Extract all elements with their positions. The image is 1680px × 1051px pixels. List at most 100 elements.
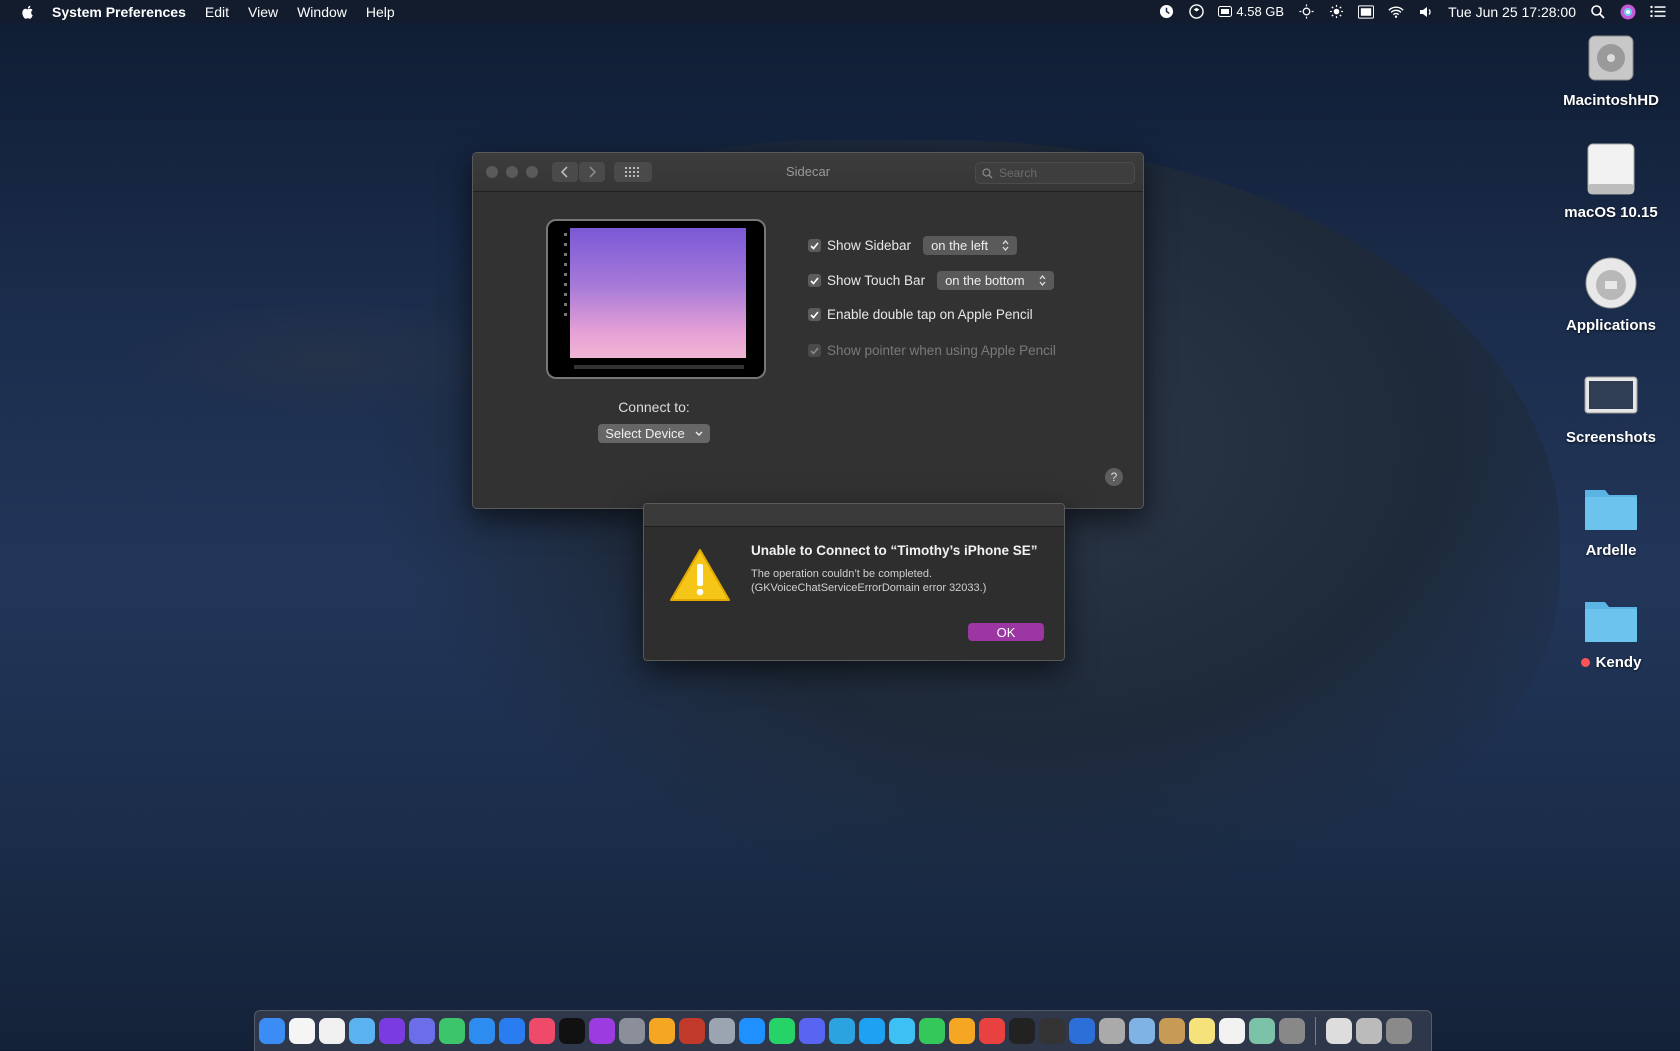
- notification-center-icon[interactable]: [1650, 4, 1666, 20]
- sidebar-position-popup[interactable]: on the left: [923, 236, 1018, 255]
- select-device-popup[interactable]: Select Device: [598, 424, 710, 443]
- sidebar-position-value: on the left: [931, 238, 989, 253]
- dock-facetime-icon[interactable]: [919, 1018, 945, 1044]
- dock-news-icon[interactable]: [979, 1018, 1005, 1044]
- alert-message-line-1: The operation couldn’t be completed.: [751, 568, 933, 580]
- alert-titlebar: [644, 504, 1064, 527]
- desktop-icon-label: Screenshots: [1565, 429, 1657, 446]
- checkmark-icon: [810, 241, 819, 250]
- folder-icon: [1583, 480, 1639, 536]
- dock-apple-tv-icon[interactable]: [559, 1018, 585, 1044]
- sun-icon[interactable]: [1328, 4, 1344, 20]
- touchbar-position-popup[interactable]: on the bottom: [937, 271, 1054, 290]
- select-device-label: Select Device: [605, 426, 685, 441]
- view-menu[interactable]: View: [248, 4, 278, 20]
- dock-maps-icon[interactable]: [439, 1018, 465, 1044]
- dock-music-icon[interactable]: [529, 1018, 555, 1044]
- double-tap-checkbox[interactable]: [808, 308, 821, 321]
- dock-messenger-icon[interactable]: [739, 1018, 765, 1044]
- dock-preview-icon[interactable]: [709, 1018, 735, 1044]
- brightness-icon[interactable]: [1298, 4, 1314, 20]
- dock-system-preferences-icon[interactable]: [1279, 1018, 1305, 1044]
- double-tap-option: Enable double tap on Apple Pencil: [808, 307, 1033, 322]
- app-menu[interactable]: System Preferences: [52, 4, 186, 20]
- dock-contacts-icon[interactable]: [1159, 1018, 1185, 1044]
- search-field[interactable]: Search: [975, 162, 1135, 184]
- dock-textedit-icon[interactable]: [1219, 1018, 1245, 1044]
- double-tap-label[interactable]: Enable double tap on Apple Pencil: [827, 307, 1033, 322]
- help-menu[interactable]: Help: [366, 4, 395, 20]
- touchbar-position-value: on the bottom: [945, 273, 1025, 288]
- dock-siri-icon[interactable]: [379, 1018, 405, 1044]
- external-drive-icon: [1583, 142, 1639, 198]
- dock-disk-utility-icon[interactable]: [1099, 1018, 1125, 1044]
- dock-activity-monitor-icon[interactable]: [1039, 1018, 1065, 1044]
- show-sidebar-label[interactable]: Show Sidebar: [827, 238, 911, 253]
- dock-podcasts-icon[interactable]: [589, 1018, 615, 1044]
- desktop-icon-applications[interactable]: Applications: [1551, 255, 1671, 334]
- dock-telegram-icon[interactable]: [829, 1018, 855, 1044]
- dock-trash-icon[interactable]: [1386, 1018, 1412, 1044]
- sidebar-preview: [564, 233, 568, 353]
- dock-clock-icon[interactable]: [289, 1018, 315, 1044]
- memory-text: 4.58 GB: [1236, 4, 1285, 19]
- checkmark-icon: [810, 310, 819, 319]
- connect-to-label: Connect to:: [618, 399, 690, 415]
- memory-status[interactable]: 4.58 GB: [1218, 4, 1284, 20]
- dock-documents-icon[interactable]: [1356, 1018, 1382, 1044]
- help-button[interactable]: ?: [1105, 468, 1123, 486]
- dock-photo-booth-icon[interactable]: [679, 1018, 705, 1044]
- dock-whatsapp-icon[interactable]: [769, 1018, 795, 1044]
- dock-image-capture-icon[interactable]: [1129, 1018, 1155, 1044]
- checkmark-icon: [810, 276, 819, 285]
- window-titlebar: Sidecar Search: [473, 153, 1143, 192]
- dock-discord-icon[interactable]: [799, 1018, 825, 1044]
- backup-icon[interactable]: [1158, 4, 1174, 20]
- dropbox-icon[interactable]: [1188, 4, 1204, 20]
- edit-menu[interactable]: Edit: [205, 4, 229, 20]
- dock-messages-icon[interactable]: [889, 1018, 915, 1044]
- desktop-icon-screenshots[interactable]: Screenshots: [1551, 367, 1671, 446]
- dock-browser-icon[interactable]: [1069, 1018, 1095, 1044]
- show-touchbar-label[interactable]: Show Touch Bar: [827, 273, 925, 288]
- dock-calendar-icon[interactable]: [319, 1018, 345, 1044]
- dock-twitter-icon[interactable]: [859, 1018, 885, 1044]
- dock-preview-2-icon[interactable]: [1249, 1018, 1275, 1044]
- show-touchbar-checkbox[interactable]: [808, 274, 821, 287]
- dock-notes-icon[interactable]: [1189, 1018, 1215, 1044]
- status-area: 4.58 GB Tue Jun 25 17:28:00: [1158, 0, 1666, 23]
- dock-cloud-weather-icon[interactable]: [349, 1018, 375, 1044]
- display-icon[interactable]: [1358, 4, 1375, 20]
- dock-app-store-icon[interactable]: [499, 1018, 525, 1044]
- alert-message-line-2: (GKVoiceChatServiceErrorDomain error 320…: [751, 582, 987, 594]
- show-touchbar-option: Show Touch Bar on the bottom: [808, 271, 1054, 290]
- connection-error-alert: Unable to Connect to “Timothy’s iPhone S…: [643, 503, 1065, 661]
- alert-message: The operation couldn’t be completed. (GK…: [751, 567, 1041, 595]
- desktop-icon-ardelle[interactable]: Ardelle: [1551, 480, 1671, 559]
- red-tag-icon: [1580, 658, 1590, 667]
- volume-icon[interactable]: [1418, 4, 1434, 20]
- desktop-icon-macos[interactable]: macOS 10.15: [1551, 142, 1671, 221]
- desktop-icon-macintoshhd[interactable]: MacintoshHD: [1551, 30, 1671, 109]
- dock: [254, 1010, 1432, 1051]
- dock-safari-icon[interactable]: [469, 1018, 495, 1044]
- clock[interactable]: Tue Jun 25 17:28:00: [1448, 4, 1576, 20]
- dock-safari-compass-icon[interactable]: [409, 1018, 435, 1044]
- macos-disk-icon: [1583, 255, 1639, 311]
- dock-home-icon[interactable]: [949, 1018, 975, 1044]
- folder-icon: [1583, 592, 1639, 648]
- siri-icon[interactable]: [1620, 4, 1636, 20]
- desktop-icon-kendy[interactable]: Kendy: [1551, 592, 1671, 671]
- dock-finder-icon[interactable]: [259, 1018, 285, 1044]
- window-menu[interactable]: Window: [297, 4, 347, 20]
- dock-downloads-icon[interactable]: [1326, 1018, 1352, 1044]
- dock-separator: [1315, 1017, 1316, 1045]
- wifi-icon[interactable]: [1388, 4, 1404, 20]
- show-sidebar-checkbox[interactable]: [808, 239, 821, 252]
- dock-stocks-icon[interactable]: [1009, 1018, 1035, 1044]
- ok-button[interactable]: OK: [968, 623, 1044, 641]
- spotlight-search-icon[interactable]: [1590, 4, 1606, 20]
- dock-launchpad-icon[interactable]: [619, 1018, 645, 1044]
- dock-photos-icon[interactable]: [649, 1018, 675, 1044]
- apple-menu-icon[interactable]: [20, 4, 36, 20]
